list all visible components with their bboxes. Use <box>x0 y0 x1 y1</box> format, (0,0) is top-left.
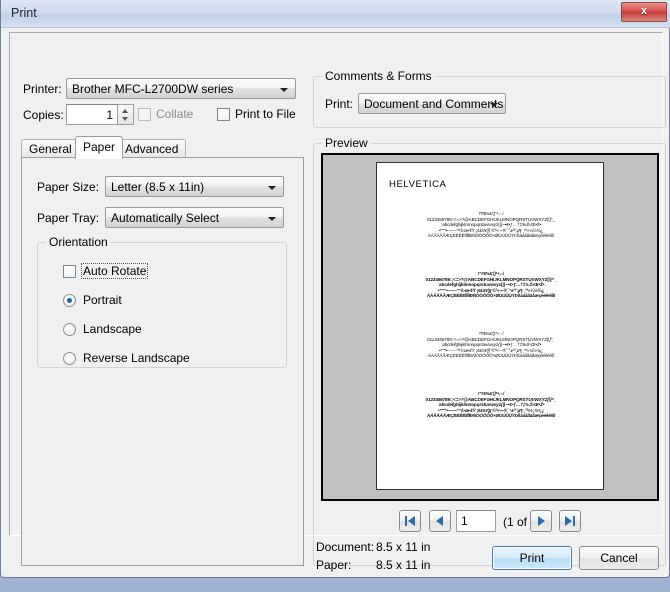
next-page-button[interactable] <box>530 510 552 532</box>
orientation-group-title: Orientation <box>46 235 111 249</box>
preview-canvas: HELVETICA !"#$%&'()*+,-./ 0123456789:;<=… <box>321 153 659 501</box>
print-button[interactable]: Print <box>492 546 572 570</box>
chevron-down-icon <box>268 186 276 190</box>
auto-rotate-checkbox[interactable] <box>63 265 76 278</box>
paper-tray-select[interactable]: Automatically Select <box>105 207 284 228</box>
paper-tab-panel: Paper Size: Letter (8.5 x 11in) Paper Tr… <box>21 157 304 566</box>
page-number-value: 1 <box>461 514 468 528</box>
preview-group: Preview HELVETICA !"#$%&'()*+,-./ 012345… <box>313 136 666 572</box>
preview-group-title: Preview <box>322 136 371 150</box>
specimen-line: ÀÁÂÃÄÅÆÇÈÉÊËÌÍÎÏÐÑÒÓÔÕÖ×ØÙÚÛÜÝÞßàáâãäåæç… <box>427 353 555 359</box>
specimen-block-bold: !"#$%&'()*+,-./ 0123456789:;<=>?@ABCDEFG… <box>379 271 603 299</box>
auto-rotate-label: Auto Rotate <box>81 263 149 279</box>
first-page-icon <box>405 516 415 526</box>
specimen-line: ÀÁÂÃÄÅÆÇÈÉÊËÌÍÎÏÐÑÒÓÔÕÖ×ØÙÚÛÜÝÞßàáâãäåæç… <box>427 233 555 239</box>
previous-page-icon <box>436 516 443 526</box>
window-title: Print <box>11 6 37 20</box>
chevron-down-icon <box>268 217 276 221</box>
paper-size-value: Letter (8.5 x 11in) <box>111 180 205 194</box>
specimen-block-regular: !"#$%&'()*+,-./ 0123456789:;<=>?@ABCDEFG… <box>379 211 603 239</box>
next-page-icon <box>538 516 545 526</box>
paper-size-readout-label: Paper: <box>316 558 352 572</box>
stepper-down-icon <box>122 117 128 121</box>
stepper-up-icon <box>122 109 128 113</box>
specimen-block-bold-italic: !"#$%&'()*+,-./ 0123456789:;<=>?@ABCDEFG… <box>379 391 603 419</box>
paper-tray-value: Automatically Select <box>111 211 220 225</box>
portrait-radio[interactable] <box>63 294 76 307</box>
copies-stepper[interactable] <box>118 104 134 125</box>
collate-checkbox[interactable] <box>138 108 151 121</box>
specimen-block-italic: !"#$%&'()*+,-./ 0123456789:;<=>?@ABCDEFG… <box>379 331 603 359</box>
tab-general[interactable]: General <box>21 139 80 158</box>
comments-and-forms-group: Comments & Forms Print: Document and Com… <box>313 69 666 128</box>
paper-size-select[interactable]: Letter (8.5 x 11in) <box>105 176 284 197</box>
orientation-group: Orientation Auto Rotate Portrait Landsca… <box>37 235 287 368</box>
specimen-line: ÀÁÂÃÄÅÆÇÈÉÊËÌÍÎÏÐÑÒÓÔÕÖ×ØÙÚÛÜÝÞßàáâãäåæç… <box>426 413 556 419</box>
previous-page-button[interactable] <box>429 510 451 532</box>
cancel-button[interactable]: Cancel <box>579 546 659 570</box>
landscape-radio[interactable] <box>63 323 76 336</box>
specimen-line: ÀÁÂÃÄÅÆÇÈÉÊËÌÍÎÏÐÑÒÓÔÕÖ×ØÙÚÛÜÝÞßàáâãäåæç… <box>426 293 556 299</box>
collate-label: Collate <box>156 107 194 121</box>
landscape-label: Landscape <box>83 322 142 336</box>
preview-page-heading: HELVETICA <box>389 179 447 190</box>
last-page-icon <box>565 516 575 526</box>
chevron-down-icon <box>490 103 498 107</box>
paper-size-label: Paper Size: <box>37 180 100 194</box>
tab-paper[interactable]: Paper <box>75 136 124 159</box>
comments-group-title: Comments & Forms <box>322 69 435 83</box>
comments-print-label: Print: <box>325 97 354 111</box>
copies-input[interactable]: 1 <box>66 104 118 125</box>
document-size-label: Document: <box>316 540 375 554</box>
preview-page-sheet: HELVETICA !"#$%&'()*+,-./ 0123456789:;<=… <box>376 162 604 490</box>
reverse-landscape-label: Reverse Landscape <box>83 351 190 365</box>
title-bar: Print x <box>1 0 670 28</box>
copies-label: Copies: <box>23 108 64 122</box>
printer-select[interactable]: Brother MFC-L2700DW series <box>66 78 296 99</box>
printer-label: Printer: <box>23 82 62 96</box>
printer-select-value: Brother MFC-L2700DW series <box>72 82 234 96</box>
paper-tray-label: Paper Tray: <box>37 211 100 225</box>
comments-print-value: Document and Comments <box>364 97 504 111</box>
paper-size-readout-value: 8.5 x 11 in <box>376 558 431 572</box>
first-page-button[interactable] <box>399 510 421 532</box>
close-button[interactable]: x <box>621 2 667 22</box>
chevron-down-icon <box>280 88 288 92</box>
print-to-file-checkbox[interactable] <box>217 108 230 121</box>
portrait-label: Portrait <box>83 293 122 307</box>
comments-print-select[interactable]: Document and Comments <box>358 93 506 114</box>
copies-input-value: 1 <box>106 108 113 122</box>
page-number-input[interactable]: 1 <box>456 510 496 532</box>
last-page-button[interactable] <box>559 510 581 532</box>
print-dialog-window: Print x Printer: Brother MFC-L2700DW ser… <box>0 0 670 578</box>
tab-advanced[interactable]: Advanced <box>117 139 187 158</box>
radio-selected-dot <box>67 298 72 303</box>
dialog-client-area: Printer: Brother MFC-L2700DW series Copi… <box>9 32 666 572</box>
close-icon: x <box>640 5 648 17</box>
print-to-file-label: Print to File <box>235 107 296 121</box>
document-size-value: 8.5 x 11 in <box>376 540 431 554</box>
reverse-landscape-radio[interactable] <box>63 352 76 365</box>
